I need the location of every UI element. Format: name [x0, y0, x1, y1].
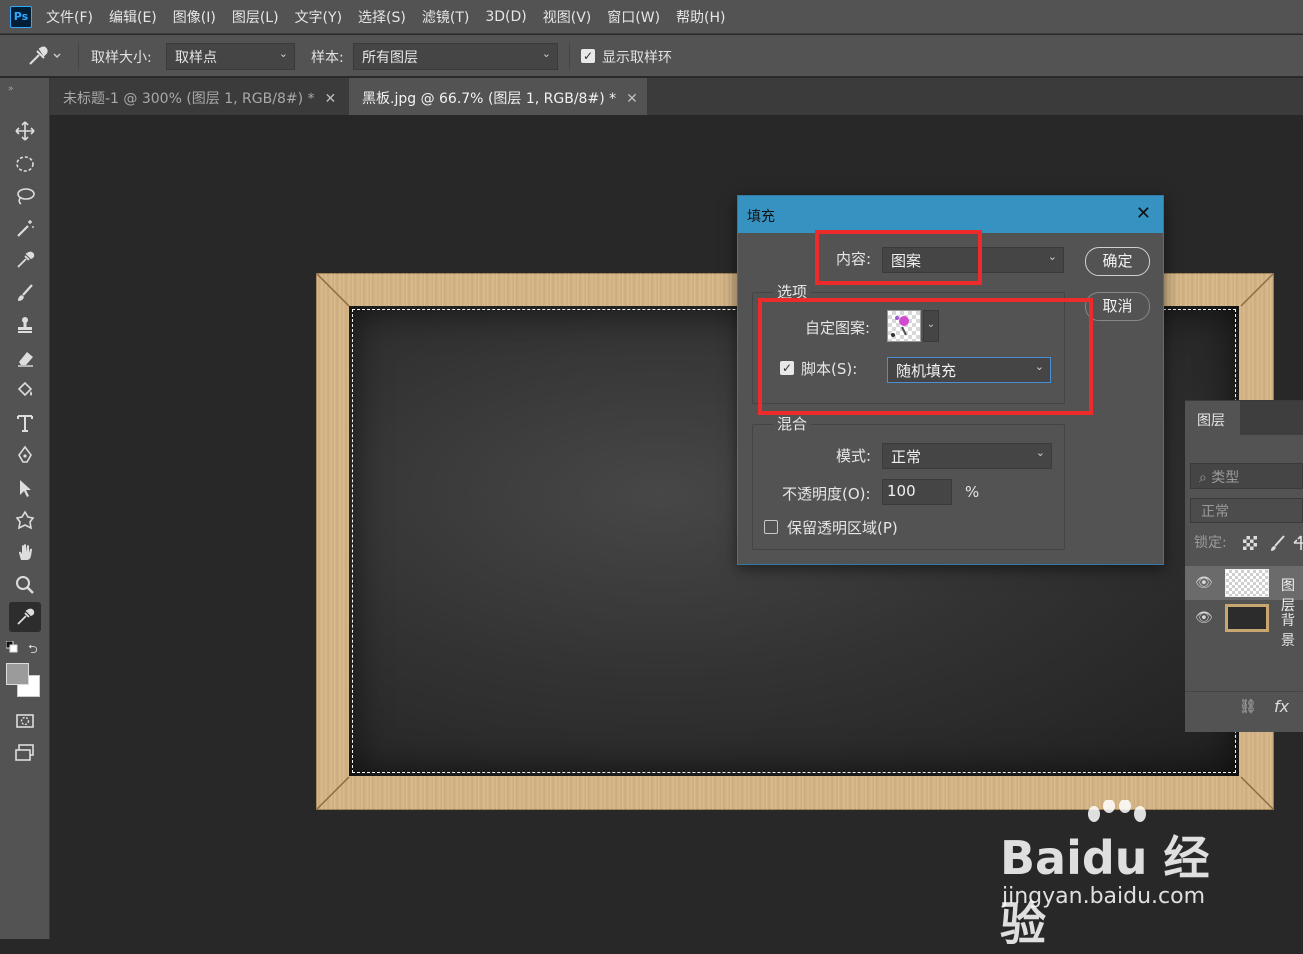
default-colors-icon[interactable] — [5, 640, 18, 653]
quick-mask-icon[interactable] — [9, 706, 41, 736]
chevron-down-icon: ⌄ — [278, 47, 288, 60]
pen-icon[interactable] — [9, 440, 41, 470]
layer-thumbnail — [1225, 604, 1269, 632]
tools-panel: » ⮌ — [0, 78, 50, 939]
separator — [78, 43, 79, 69]
screen-mode-icon[interactable] — [9, 738, 41, 768]
menu-file[interactable]: 文件(F) — [46, 7, 93, 27]
chevron-down-icon: ⌄ — [541, 47, 551, 60]
menu-view[interactable]: 视图(V) — [543, 7, 592, 27]
eye-icon[interactable]: 👁 — [1195, 575, 1213, 591]
sample-label: 样本: — [311, 50, 344, 66]
collapse-icon[interactable]: » — [8, 84, 14, 94]
sample-select[interactable]: 所有图层 ⌄ — [353, 43, 558, 70]
foreground-color-swatch[interactable] — [6, 663, 29, 685]
type-icon[interactable] — [9, 408, 41, 438]
menu-image[interactable]: 图像(I) — [173, 7, 216, 27]
sample-size-select[interactable]: 取样点 ⌄ — [166, 43, 295, 70]
hand-icon[interactable] — [9, 537, 41, 567]
zoom-icon[interactable] — [9, 570, 41, 600]
tab-label: 黑板.jpg @ 66.7% (图层 1, RGB/8#) * — [362, 91, 617, 107]
menu-window[interactable]: 窗口(W) — [607, 7, 660, 27]
dialog-title: 填充 — [747, 209, 775, 225]
lock-transparency-icon[interactable] — [1243, 536, 1257, 550]
close-icon[interactable]: ✕ — [626, 91, 638, 107]
close-icon[interactable]: ✕ — [1136, 203, 1151, 224]
search-icon: ⌕ — [1199, 470, 1207, 486]
stamp-icon[interactable] — [9, 310, 41, 340]
preserve-transparency-label: 保留透明区域(P) — [787, 519, 898, 537]
dialog-title-bar[interactable]: 填充 — [738, 196, 1163, 233]
mode-label: 模式: — [836, 447, 872, 465]
chevron-down-icon: ⌄ — [1035, 446, 1045, 459]
brush-icon[interactable] — [9, 278, 41, 308]
lock-label: 锁定: — [1194, 535, 1227, 551]
chevron-down-icon: ⌄ — [1047, 250, 1057, 263]
layers-tab-strip: 图层 — [1185, 401, 1303, 435]
opacity-input[interactable]: 100 — [882, 479, 952, 505]
menu-edit[interactable]: 编辑(E) — [109, 7, 157, 27]
layers-panel: 图层 ⌕ 类型 正常 锁定: 👁 图层 👁 背景 ⛓ fx — [1185, 400, 1303, 732]
fx-icon[interactable]: fx — [1274, 697, 1289, 716]
preserve-transparency-checkbox[interactable] — [764, 520, 778, 534]
menu-filter[interactable]: 滤镜(T) — [422, 7, 469, 27]
lock-position-icon[interactable] — [1293, 534, 1303, 556]
opacity-unit: % — [965, 483, 980, 501]
tab-label: 未标题-1 @ 300% (图层 1, RGB/8#) * — [63, 91, 315, 107]
menu-select[interactable]: 选择(S) — [358, 7, 406, 27]
show-ring-label: 显示取样环 — [602, 50, 672, 66]
photoshop-logo: Ps — [10, 5, 32, 28]
move-icon[interactable] — [9, 116, 41, 146]
layer-thumbnail — [1225, 569, 1269, 597]
swap-colors-icon[interactable]: ⮌ — [28, 640, 38, 661]
sample-size-label: 取样大小: — [91, 50, 152, 66]
path-select-icon[interactable] — [9, 473, 41, 503]
eyedropper-preset-icon[interactable] — [26, 45, 62, 71]
menu-help[interactable]: 帮助(H) — [676, 7, 725, 27]
layer-row[interactable]: 👁 图层 — [1185, 566, 1303, 614]
sample-size-value: 取样点 — [175, 50, 217, 66]
marquee-icon[interactable] — [9, 149, 41, 179]
menu-3d[interactable]: 3D(D) — [485, 9, 526, 25]
menu-layer[interactable]: 图层(L) — [232, 7, 279, 27]
link-layers-icon[interactable]: ⛓ — [1239, 699, 1257, 715]
sample-value: 所有图层 — [362, 50, 418, 66]
menu-bar: Ps 文件(F) 编辑(E) 图像(I) 图层(L) 文字(Y) 选择(S) 滤… — [0, 0, 1303, 34]
layer-name: 背景 — [1281, 613, 1295, 649]
mode-value: 正常 — [891, 448, 922, 466]
menu-type[interactable]: 文字(Y) — [295, 7, 342, 27]
show-ring-checkbox[interactable]: ✓ — [581, 49, 595, 63]
tab-chalkboard[interactable]: 黑板.jpg @ 66.7% (图层 1, RGB/8#) * ✕ — [349, 78, 647, 115]
tab-untitled[interactable]: 未标题-1 @ 300% (图层 1, RGB/8#) * ✕ — [50, 78, 348, 115]
options-bar: 取样大小: 取样点 ⌄ 样本: 所有图层 ⌄ ✓ 显示取样环 — [0, 35, 1303, 77]
tab-layers[interactable]: 图层 — [1185, 401, 1240, 435]
mode-select[interactable]: 正常 ⌄ — [882, 443, 1052, 469]
opacity-label: 不透明度(O): — [782, 485, 871, 503]
document-tab-bar: 未标题-1 @ 300% (图层 1, RGB/8#) * ✕ 黑板.jpg @ … — [50, 78, 1303, 115]
paint-bucket-icon[interactable] — [9, 375, 41, 405]
eyedropper-icon[interactable] — [9, 245, 41, 275]
cancel-button[interactable]: 取消 — [1085, 292, 1150, 321]
highlight-box-options — [758, 298, 1093, 415]
lock-pixels-icon[interactable] — [1269, 534, 1287, 556]
baidu-watermark: Baidu 经验 jingyan.baidu.com — [1000, 800, 1240, 951]
layer-row[interactable]: 👁 背景 — [1185, 601, 1303, 649]
highlight-box-content — [815, 230, 982, 285]
lasso-icon[interactable] — [9, 181, 41, 211]
close-icon[interactable]: ✕ — [325, 91, 337, 107]
blend-group-title: 混合 — [773, 413, 812, 434]
shape-icon[interactable] — [9, 505, 41, 535]
magic-wand-icon[interactable] — [9, 213, 41, 243]
eraser-icon[interactable] — [9, 343, 41, 373]
ok-button[interactable]: 确定 — [1085, 247, 1150, 276]
eyedropper-active-icon[interactable] — [9, 602, 41, 632]
layer-filter-placeholder: 类型 — [1211, 470, 1240, 486]
separator — [569, 43, 570, 69]
divider — [1185, 691, 1303, 692]
watermark-url: jingyan.baidu.com — [1002, 884, 1206, 909]
eye-icon[interactable]: 👁 — [1195, 610, 1213, 626]
layer-filter-input[interactable]: ⌕ 类型 — [1190, 463, 1303, 489]
blend-mode-select[interactable]: 正常 — [1190, 498, 1303, 523]
